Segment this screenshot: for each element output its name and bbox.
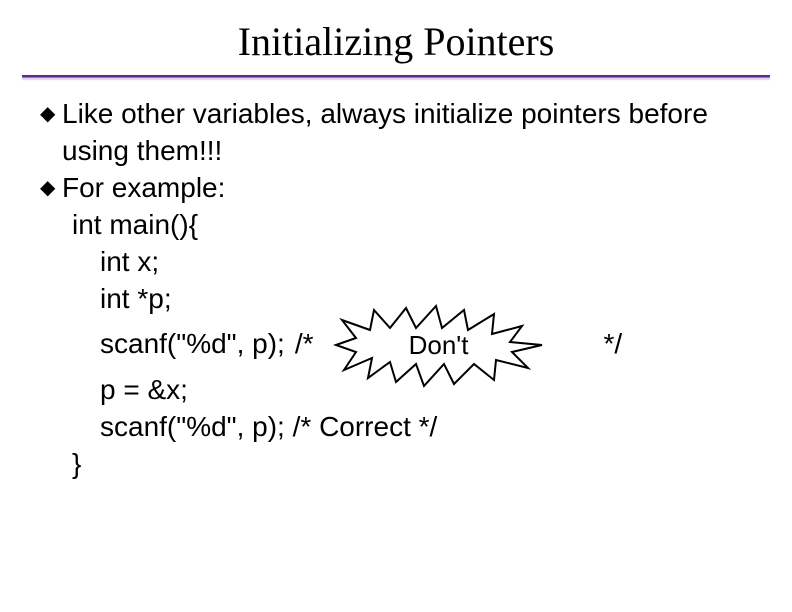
code-line: scanf("%d", p); /* Correct */ [40,409,752,446]
bullet-text: For example: [62,170,752,207]
code-fragment: scanf("%d", p); [100,326,285,363]
code-line: scanf("%d", p); /* Don't */ [40,318,752,372]
bullet-item: ◆ Like other variables, always initializ… [40,96,752,170]
starburst-callout: Don't [324,302,554,388]
code-line: int x; [40,244,752,281]
code-line: } [40,446,752,483]
comment-open: /* [295,326,314,363]
starburst-text: Don't [324,302,554,388]
slide-title: Initializing Pointers [0,0,792,75]
bullet-text: Like other variables, always initialize … [62,96,752,170]
slide-content: ◆ Like other variables, always initializ… [0,78,792,483]
bullet-item: ◆ For example: [40,170,752,207]
slide: Initializing Pointers ◆ Like other varia… [0,0,792,612]
code-line: int main(){ [40,207,752,244]
comment-close: */ [604,326,623,363]
bullet-diamond-icon: ◆ [40,96,62,132]
bullet-diamond-icon: ◆ [40,170,62,206]
